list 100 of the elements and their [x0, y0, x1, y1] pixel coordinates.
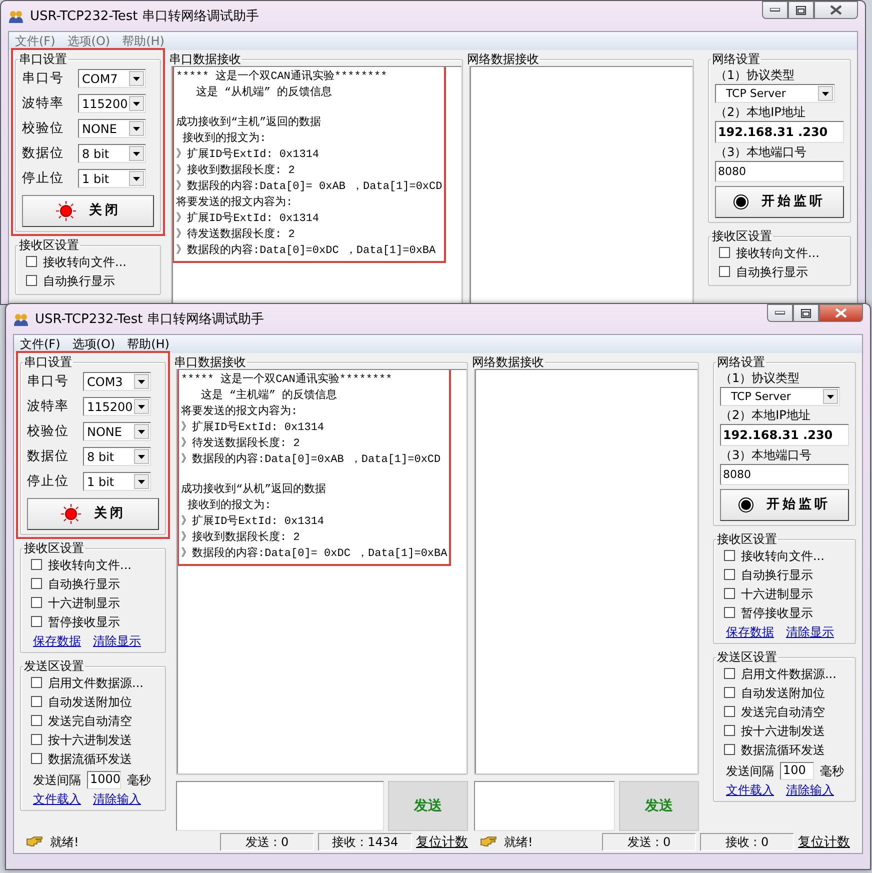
link[interactable]: 清除输入	[786, 783, 834, 797]
checkbox[interactable]	[31, 715, 42, 726]
menu-item[interactable]: 帮助(H)	[116, 32, 170, 50]
checkbox[interactable]	[724, 569, 735, 580]
interval-field[interactable]: 1000	[87, 771, 121, 789]
panel-title: 串口数据接收	[168, 52, 242, 66]
minimize-button[interactable]	[762, 1, 788, 19]
dropdown[interactable]: TCP Server	[720, 387, 840, 406]
checkbox[interactable]	[724, 725, 735, 736]
reset-count-button[interactable]: 复位计数	[416, 833, 474, 851]
menu-item[interactable]: 帮助(H)	[121, 336, 176, 352]
checkbox[interactable]	[31, 578, 42, 589]
interval-label: 发送间隔	[33, 773, 81, 787]
link[interactable]: 清除输入	[93, 792, 141, 806]
checkbox[interactable]	[31, 677, 42, 688]
link[interactable]: 文件载入	[33, 792, 81, 806]
ip-field[interactable]: 192.168.31 .230	[714, 121, 844, 143]
group-title: 网络设置	[710, 52, 761, 66]
field-label: 波特率	[22, 96, 65, 110]
menu-item[interactable]: 文件(F)	[9, 32, 62, 50]
port-field[interactable]: 8080	[720, 464, 849, 485]
log-line: 》接收到数据段长度: 2	[181, 530, 301, 546]
link[interactable]: 保存数据	[726, 625, 774, 639]
minimize-button[interactable]	[767, 304, 793, 322]
reset-count-button[interactable]: 复位计数	[798, 833, 856, 851]
field-label: 数据位	[22, 146, 65, 160]
checkbox[interactable]	[724, 607, 735, 618]
log-line: 这是 “从机端” 的反馈信息	[194, 85, 334, 101]
start-listen-button[interactable]: 开始监听	[720, 489, 849, 521]
checkbox-label: 数据流循环发送	[740, 742, 825, 756]
field-label: 停止位	[27, 474, 70, 488]
close-button[interactable]	[814, 1, 858, 19]
dropdown-arrow-icon	[826, 394, 834, 398]
group-title: 发送区设置	[23, 659, 85, 673]
log-line: 》扩展ID号ExtId: 0x1314	[176, 147, 320, 163]
maximize-button[interactable]	[793, 304, 819, 322]
checkbox-label: 启用文件数据源...	[48, 676, 144, 690]
menu-item[interactable]: 选项(O)	[61, 32, 116, 50]
start-listen-button[interactable]: 开始监听	[714, 186, 844, 218]
dropdown[interactable]: 115200	[78, 94, 146, 113]
link[interactable]: 保存数据	[33, 634, 81, 648]
checkbox[interactable]	[724, 706, 735, 717]
glowing-dot-icon	[60, 503, 82, 525]
link[interactable]: 清除显示	[93, 634, 141, 648]
field-label: 数据位	[27, 450, 70, 464]
log-line: 》数据段的内容:Data[0]= 0xDC ，Data[1]=0xBA	[181, 546, 448, 562]
send-input-field[interactable]	[474, 781, 615, 831]
checkbox[interactable]	[31, 734, 42, 745]
checkbox[interactable]	[724, 744, 735, 755]
checkbox[interactable]	[718, 247, 730, 258]
send-input-field[interactable]	[176, 781, 384, 831]
glowing-dot-icon	[55, 200, 77, 222]
dropdown[interactable]: 1 bit	[83, 472, 151, 491]
checkbox[interactable]	[724, 588, 735, 599]
pointing-hand-icon	[26, 836, 44, 848]
dropdown-arrow-icon	[133, 76, 140, 80]
close-icon	[830, 5, 842, 15]
dropdown[interactable]: COM7	[78, 69, 146, 88]
menu-item[interactable]: 文件(F)	[14, 336, 66, 352]
close-port-button[interactable]: 关闭	[22, 195, 154, 227]
log-line: 》数据段的内容:Data[0]= 0xAB ，Data[1]=0xCD	[176, 179, 442, 195]
ip-field[interactable]: 192.168.31 .230	[720, 424, 849, 446]
checkbox[interactable]	[31, 559, 42, 570]
close-button[interactable]	[819, 304, 863, 322]
log-line: 将要发送的报文内容为:	[181, 404, 299, 420]
log-line: 接收到的报文为:	[182, 131, 268, 147]
checkbox-label: 自动换行显示	[740, 568, 813, 582]
log-line: 》数据段的内容:Data[0]=0xAB ，Data[1]=0xCD	[181, 452, 442, 468]
dropdown[interactable]: TCP Server	[714, 84, 835, 103]
port-field[interactable]: 8080	[714, 161, 844, 182]
dropdown[interactable]: NONE	[78, 119, 146, 138]
checkbox[interactable]	[724, 550, 735, 561]
dropdown[interactable]: 8 bit	[83, 447, 151, 466]
dropdown-arrow-icon	[138, 404, 145, 408]
dropdown[interactable]: 1 bit	[78, 169, 146, 188]
checkbox[interactable]	[31, 696, 42, 707]
checkbox[interactable]	[26, 256, 37, 267]
checkbox[interactable]	[31, 597, 42, 608]
group-title: 串口设置	[18, 52, 68, 66]
menu-item[interactable]: 选项(O)	[66, 336, 122, 352]
dropdown[interactable]: NONE	[83, 422, 151, 441]
checkbox[interactable]	[31, 616, 42, 627]
checkbox-label: 自动换行显示	[43, 274, 115, 288]
checkbox[interactable]	[26, 275, 37, 286]
checkbox-label: 接收转向文件...	[48, 558, 132, 572]
maximize-button[interactable]	[788, 1, 814, 19]
checkbox[interactable]	[724, 668, 735, 679]
link[interactable]: 文件载入	[726, 783, 774, 797]
dropdown[interactable]: 115200	[83, 397, 151, 416]
group-title: 网络设置	[716, 355, 766, 369]
dropdown[interactable]: 8 bit	[78, 144, 146, 163]
link[interactable]: 清除显示	[786, 625, 834, 639]
checkbox[interactable]	[31, 753, 42, 764]
interval-field[interactable]: 100	[780, 762, 814, 780]
checkbox[interactable]	[718, 266, 730, 277]
log-line: 》数据段的内容:Data[0]=0xDC ，Data[1]=0xBA	[176, 243, 437, 259]
checkbox[interactable]	[724, 687, 735, 698]
dropdown[interactable]: COM3	[83, 372, 151, 391]
close-port-button[interactable]: 关闭	[27, 498, 159, 530]
log-line: 接收到的报文为:	[186, 498, 272, 514]
